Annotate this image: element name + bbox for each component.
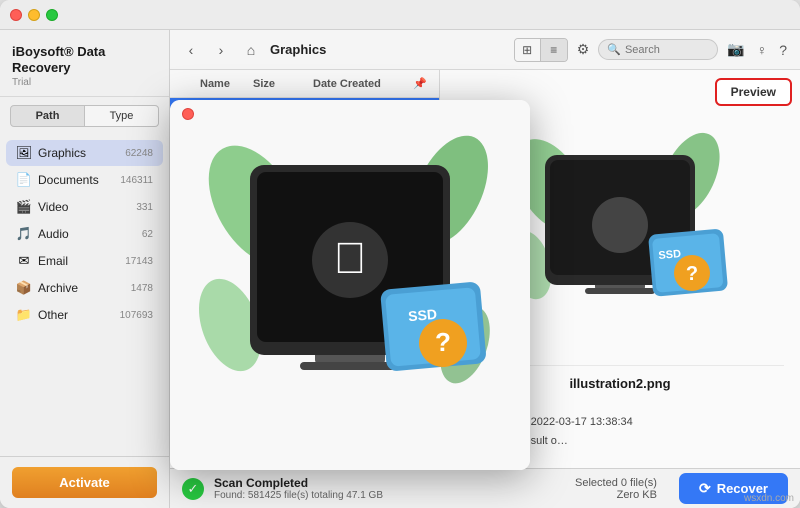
sidebar-item-video[interactable]: 🎬 Video 331 [6, 194, 163, 220]
sidebar-item-label: Archive [38, 281, 127, 295]
sidebar-item-email[interactable]: ✉ Email 17143 [6, 248, 163, 274]
breadcrumb: Graphics [270, 42, 506, 57]
traffic-lights [10, 9, 58, 21]
popup-image-area:  SSD ? [170, 100, 530, 470]
sidebar-item-label: Other [38, 308, 116, 322]
top-toolbar: ‹ › ⌂ Graphics ⊞ ≡ ⚙ [170, 30, 800, 70]
home-icon: ⌂ [247, 42, 255, 58]
back-button[interactable]: ‹ [180, 39, 202, 61]
sidebar-item-label: Audio [38, 227, 138, 241]
sidebar-item-label: Graphics [38, 146, 121, 160]
list-view-icon: ≡ [550, 43, 557, 57]
column-pin: 📌 [413, 77, 429, 90]
minimize-button[interactable] [28, 9, 40, 21]
sidebar-item-count: 107693 [120, 310, 153, 321]
help-button[interactable]: ? [776, 40, 790, 60]
sidebar-item-count: 331 [136, 202, 153, 213]
activate-button[interactable]: Activate [12, 467, 157, 498]
popup-illustration:  SSD ? [195, 125, 505, 445]
sidebar-item-audio[interactable]: 🎵 Audio 62 [6, 221, 163, 247]
view-toggle: ⊞ ≡ [514, 38, 568, 62]
sidebar-activate-area: Activate [0, 456, 169, 508]
column-date: Date Created [313, 78, 413, 90]
maximize-button[interactable] [46, 9, 58, 21]
sidebar-item-label: Documents [38, 173, 116, 187]
email-icon: ✉ [16, 253, 32, 269]
video-icon: 🎬 [16, 199, 32, 215]
archive-icon: 📦 [16, 280, 32, 296]
sidebar-item-label: Video [38, 200, 132, 214]
list-view-button[interactable]: ≡ [541, 39, 567, 61]
search-box: 🔍 [598, 39, 718, 60]
home-button[interactable]: ⌂ [240, 39, 262, 61]
other-icon: 📁 [16, 307, 32, 323]
recover-icon: ⟳ [699, 480, 711, 497]
grid-view-button[interactable]: ⊞ [515, 39, 541, 61]
filter-button[interactable]: ⚙ [574, 39, 593, 60]
column-name: Name [200, 78, 253, 90]
popup-window[interactable]:  SSD ? [170, 100, 530, 470]
checkmark-icon: ✓ [188, 481, 199, 497]
sidebar-item-other[interactable]: 📁 Other 107693 [6, 302, 163, 328]
search-icon: 🔍 [607, 43, 621, 56]
watermark: wsxdn.com [744, 493, 794, 504]
svg-text:?: ? [686, 263, 698, 285]
tab-type[interactable]: Type [85, 105, 159, 127]
column-size: Size [253, 78, 313, 90]
sidebar-item-label: Email [38, 254, 121, 268]
scan-title: Scan Completed [214, 476, 565, 490]
sidebar-item-count: 146311 [120, 175, 153, 186]
sidebar-item-documents[interactable]: 📄 Documents 146311 [6, 167, 163, 193]
selected-files: Selected 0 file(s) [575, 477, 657, 489]
scan-detail: Found: 581425 file(s) totaling 47.1 GB [214, 490, 565, 501]
date-value: 2022-03-17 13:38:34 [531, 416, 633, 428]
sidebar-header: iBoysoft® Data Recovery Trial [0, 30, 169, 97]
sidebar-items: 🖼 Graphics 62248 📄 Documents 146311 🎬 Vi… [0, 135, 169, 456]
sidebar-item-archive[interactable]: 📦 Archive 1478 [6, 275, 163, 301]
titlebar [0, 0, 800, 30]
file-list-header: Name Size Date Created 📌 [170, 70, 439, 98]
scan-complete-icon: ✓ [182, 478, 204, 500]
grid-view-icon: ⊞ [522, 43, 532, 57]
selected-size: Zero KB [575, 489, 657, 501]
bottom-bar: ✓ Scan Completed Found: 581425 file(s) t… [170, 468, 800, 508]
close-button[interactable] [10, 9, 22, 21]
tab-path[interactable]: Path [10, 105, 85, 127]
popup-close-button[interactable] [182, 108, 194, 120]
app-subtitle: Trial [12, 77, 157, 88]
search-input[interactable] [625, 44, 705, 56]
sidebar-item-count: 62 [142, 229, 153, 240]
app-title: iBoysoft® Data Recovery [12, 44, 157, 75]
preview-button[interactable]: Preview [715, 78, 792, 106]
info-button[interactable]: ♀ [754, 40, 771, 60]
documents-icon: 📄 [16, 172, 32, 188]
forward-button[interactable]: › [210, 39, 232, 61]
svg-text:?: ? [435, 327, 451, 357]
sidebar-tab-group: Path Type [10, 105, 159, 127]
audio-icon: 🎵 [16, 226, 32, 242]
scan-status: Scan Completed Found: 581425 file(s) tot… [214, 476, 565, 501]
sidebar-item-graphics[interactable]: 🖼 Graphics 62248 [6, 140, 163, 166]
graphics-icon: 🖼 [16, 145, 32, 161]
sidebar: iBoysoft® Data Recovery Trial Path Type … [0, 30, 170, 508]
sidebar-item-count: 17143 [125, 256, 153, 267]
svg-text:SSD: SSD [658, 248, 682, 262]
preview-illustration: ? SSD [500, 125, 740, 325]
sidebar-item-count: 1478 [131, 283, 153, 294]
toolbar-icons: ⊞ ≡ ⚙ 🔍 📷 ♀ ? [514, 38, 790, 62]
sidebar-item-count: 62248 [125, 148, 153, 159]
camera-button[interactable]: 📷 [724, 39, 747, 60]
svg-text::  [334, 234, 367, 283]
selected-info: Selected 0 file(s) Zero KB [575, 477, 657, 501]
